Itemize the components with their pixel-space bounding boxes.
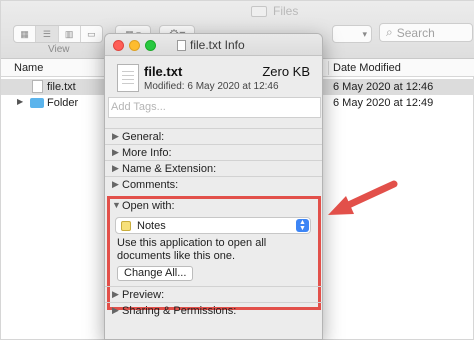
- tags-input[interactable]: Add Tags...: [108, 97, 321, 118]
- search-placeholder: Search: [396, 25, 435, 40]
- file-date: 6 May 2020 at 12:49: [333, 97, 434, 109]
- notes-app-icon: [121, 221, 131, 231]
- minimize-button[interactable]: [129, 40, 140, 51]
- disclosure-triangle-icon[interactable]: ▶: [17, 97, 23, 106]
- chevron-down-icon: ▾: [362, 28, 367, 39]
- text-file-icon: [32, 80, 43, 93]
- info-window: file.txt Info file.txt Zero KB Modified:…: [104, 33, 323, 340]
- file-size: Zero KB: [262, 64, 310, 79]
- toolbar-dropdown[interactable]: ▾: [332, 25, 372, 43]
- file-date: 6 May 2020 at 12:46: [333, 81, 434, 93]
- column-header-name[interactable]: Name: [14, 62, 43, 74]
- modified-date: Modified: 6 May 2020 at 12:46: [144, 81, 279, 92]
- section-comments[interactable]: ▶ Comments:: [105, 176, 322, 192]
- info-window-title: file.txt Info: [177, 38, 245, 52]
- icon-view-icon[interactable]: ▦: [14, 26, 37, 42]
- file-name: Folder: [47, 97, 79, 109]
- list-view-icon[interactable]: ☰: [36, 26, 59, 42]
- search-icon: ⌕: [386, 25, 393, 39]
- section-general[interactable]: ▶ General:: [105, 128, 322, 144]
- disclosure-triangle-icon[interactable]: ▶: [112, 289, 119, 300]
- file-name: file.txt: [144, 64, 183, 79]
- info-titlebar[interactable]: file.txt Info: [105, 34, 322, 56]
- open-with-description: Use this application to open all documen…: [117, 237, 267, 262]
- view-label: View: [48, 44, 70, 55]
- column-divider[interactable]: [328, 61, 329, 75]
- disclosure-triangle-icon[interactable]: ▶: [112, 305, 119, 316]
- folder-icon: [30, 98, 44, 108]
- app-name: Notes: [137, 220, 166, 232]
- section-preview[interactable]: ▶ Preview:: [105, 286, 322, 302]
- disclosure-triangle-icon[interactable]: ▶: [112, 147, 119, 158]
- view-mode-segment[interactable]: ▦ ☰ ▥ ▭: [13, 25, 103, 43]
- zoom-button[interactable]: [145, 40, 156, 51]
- search-field[interactable]: ⌕ Search: [379, 23, 473, 42]
- annotation-arrow-icon: [328, 180, 398, 215]
- column-header-date[interactable]: Date Modified: [333, 62, 401, 74]
- disclosure-triangle-icon[interactable]: ▶: [112, 163, 119, 174]
- text-file-icon: [117, 64, 139, 92]
- disclosure-triangle-icon[interactable]: ▶: [112, 179, 119, 190]
- disclosure-triangle-icon[interactable]: ▶: [112, 131, 119, 142]
- file-name: file.txt: [47, 81, 76, 93]
- section-name-extension[interactable]: ▶ Name & Extension:: [105, 160, 322, 176]
- section-more-info[interactable]: ▶ More Info:: [105, 144, 322, 160]
- select-stepper-icon[interactable]: ▲ ▼: [296, 219, 309, 232]
- gallery-view-icon[interactable]: ▭: [81, 26, 102, 42]
- open-with-app-select[interactable]: Notes ▲ ▼: [115, 217, 311, 234]
- finder-title: Files: [251, 4, 298, 18]
- folder-icon: [251, 5, 267, 17]
- close-button[interactable]: [113, 40, 124, 51]
- disclosure-triangle-expanded-icon[interactable]: ▼: [112, 200, 121, 210]
- change-all-button[interactable]: Change All...: [117, 266, 194, 281]
- column-view-icon[interactable]: ▥: [59, 26, 81, 42]
- section-sharing-permissions[interactable]: ▶ Sharing & Permissions:: [105, 302, 322, 318]
- section-open-with[interactable]: ▼ Open with:: [105, 198, 322, 214]
- document-icon: [177, 39, 186, 51]
